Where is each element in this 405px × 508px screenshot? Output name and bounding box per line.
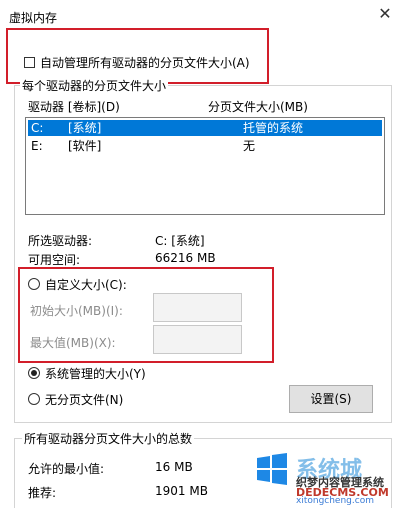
drive-volume-label: [软件] xyxy=(68,139,102,153)
system-managed-radio[interactable]: 系统管理的大小(Y) xyxy=(28,366,146,381)
no-paging-label: 无分页文件(N) xyxy=(45,392,124,407)
min-allowed-value: 16 MB xyxy=(155,460,193,474)
set-button[interactable]: 设置(S) xyxy=(289,385,373,413)
drive-paging-size: 托管的系统 xyxy=(243,121,304,135)
drive-letter: E: xyxy=(31,139,43,153)
radio-circle[interactable] xyxy=(28,278,40,290)
drive-letter: C: xyxy=(31,121,44,135)
free-space-value: 66216 MB xyxy=(155,251,216,265)
auto-manage-label: 自动管理所有驱动器的分页文件大小(A) xyxy=(40,55,250,70)
drive-row-e[interactable]: E: [软件] 无 xyxy=(28,138,382,154)
selected-drive-value: C: [系统] xyxy=(155,234,205,248)
recommended-value: 1901 MB xyxy=(155,484,208,498)
system-managed-label: 系统管理的大小(Y) xyxy=(45,366,146,381)
drive-list[interactable]: C: [系统] 托管的系统 E: [软件] 无 xyxy=(25,117,385,215)
max-size-input[interactable] xyxy=(153,325,242,354)
min-allowed-label: 允许的最小值: xyxy=(28,462,105,476)
checkbox-box[interactable] xyxy=(24,56,35,68)
custom-size-label: 自定义大小(C): xyxy=(45,277,127,292)
auto-manage-checkbox[interactable]: 自动管理所有驱动器的分页文件大小(A) xyxy=(24,55,250,70)
column-header-size: 分页文件大小(MB) xyxy=(208,100,308,114)
drive-volume-label: [系统] xyxy=(68,121,102,135)
max-size-label: 最大值(MB)(X): xyxy=(30,336,116,350)
radio-circle-selected[interactable] xyxy=(28,367,40,379)
drive-row-c[interactable]: C: [系统] 托管的系统 xyxy=(28,120,382,136)
watermark-site2: xitongcheng.com xyxy=(296,496,374,506)
radio-circle[interactable] xyxy=(28,393,40,405)
drive-paging-size: 无 xyxy=(243,139,256,153)
initial-size-input[interactable] xyxy=(153,293,242,322)
custom-size-radio[interactable]: 自定义大小(C): xyxy=(28,277,127,292)
free-space-label: 可用空间: xyxy=(28,253,81,267)
close-icon[interactable]: ✕ xyxy=(377,6,393,22)
initial-size-label: 初始大小(MB)(I): xyxy=(30,304,123,318)
window-title: 虚拟内存 xyxy=(9,11,58,25)
no-paging-radio[interactable]: 无分页文件(N) xyxy=(28,392,124,407)
column-header-drive: 驱动器 [卷标](D) xyxy=(28,100,120,114)
windows-logo-icon xyxy=(255,452,289,486)
per-drive-legend: 每个驱动器的分页文件大小 xyxy=(20,77,169,94)
selected-drive-label: 所选驱动器: xyxy=(28,234,93,248)
recommended-label: 推荐: xyxy=(28,486,57,500)
totals-legend: 所有驱动器分页文件大小的总数 xyxy=(22,430,195,447)
